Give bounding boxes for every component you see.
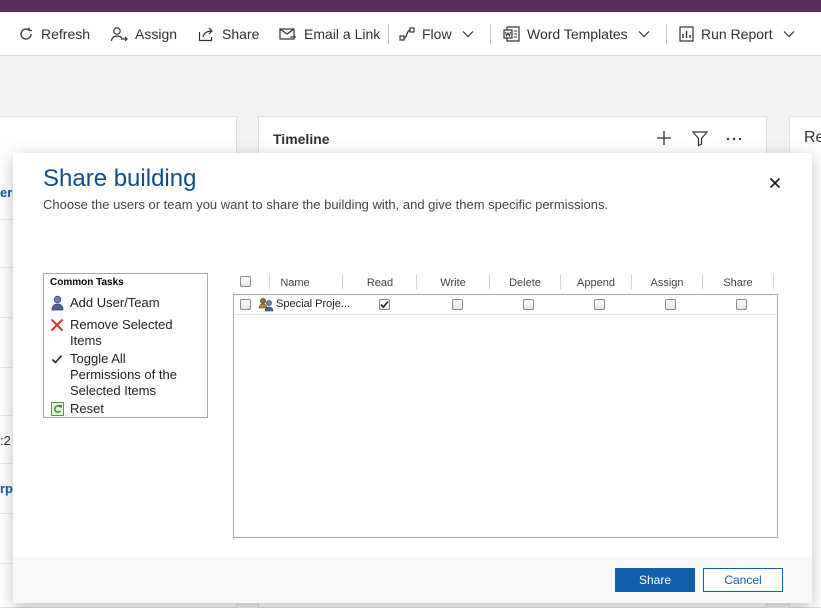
assign-permission-checkbox[interactable] — [665, 299, 676, 310]
share-button[interactable]: Share — [615, 568, 695, 592]
table-row[interactable]: Special Proje... — [234, 295, 777, 315]
reset-label: Reset — [70, 401, 104, 416]
delete-permission-checkbox[interactable] — [523, 299, 534, 310]
row-name: Special Proje... — [276, 298, 350, 310]
add-user-team-label: Add User/Team — [70, 295, 160, 310]
append-permission-checkbox[interactable] — [594, 299, 605, 310]
row-select-checkbox[interactable] — [240, 299, 251, 310]
column-header-append[interactable]: Append — [561, 277, 631, 289]
column-header-name[interactable]: Name — [271, 277, 319, 289]
read-permission-checkbox[interactable] — [379, 299, 390, 310]
share-dialog: Share building Choose the users or team … — [13, 153, 812, 603]
toggle-permissions-task[interactable]: Toggle All Permissions of the Selected I… — [50, 351, 200, 399]
common-tasks-title: Common Tasks — [50, 277, 124, 288]
write-permission-checkbox[interactable] — [452, 299, 463, 310]
column-header-read[interactable]: Read — [345, 277, 415, 289]
column-separator — [416, 275, 417, 289]
close-button[interactable] — [763, 171, 787, 195]
permissions-grid-header: Name Read Write Delete Append Assign Sha… — [233, 273, 778, 293]
add-user-team-task[interactable]: Add User/Team — [50, 295, 200, 311]
column-separator — [269, 275, 270, 289]
column-header-share[interactable]: Share — [703, 277, 773, 289]
cancel-button[interactable]: Cancel — [703, 568, 783, 592]
column-header-assign[interactable]: Assign — [632, 277, 702, 289]
column-separator — [773, 275, 774, 289]
remove-selected-task[interactable]: Remove Selected Items — [50, 317, 200, 349]
reset-icon — [50, 402, 64, 416]
common-tasks-panel: Common Tasks Add User/Team Remove Select… — [43, 273, 208, 418]
column-separator — [342, 275, 343, 289]
share-permission-checkbox[interactable] — [736, 299, 747, 310]
dialog-subtitle: Choose the users or team you want to sha… — [43, 197, 609, 212]
remove-selected-label: Remove Selected Items — [70, 317, 173, 348]
reset-task[interactable]: Reset — [50, 401, 200, 417]
checkmark-icon — [51, 354, 63, 364]
checkmark-icon — [380, 300, 389, 309]
dialog-footer: Share Cancel — [13, 557, 812, 603]
permissions-grid: Special Proje... — [233, 294, 778, 538]
close-icon — [769, 177, 781, 189]
dialog-title: Share building — [43, 165, 197, 192]
column-header-delete[interactable]: Delete — [490, 277, 560, 289]
team-icon — [258, 298, 274, 312]
toggle-permissions-label: Toggle All Permissions of the Selected I… — [70, 351, 177, 398]
remove-x-icon — [50, 318, 64, 332]
add-user-icon — [51, 295, 63, 311]
select-all-checkbox[interactable] — [240, 276, 251, 287]
column-header-write[interactable]: Write — [418, 277, 488, 289]
